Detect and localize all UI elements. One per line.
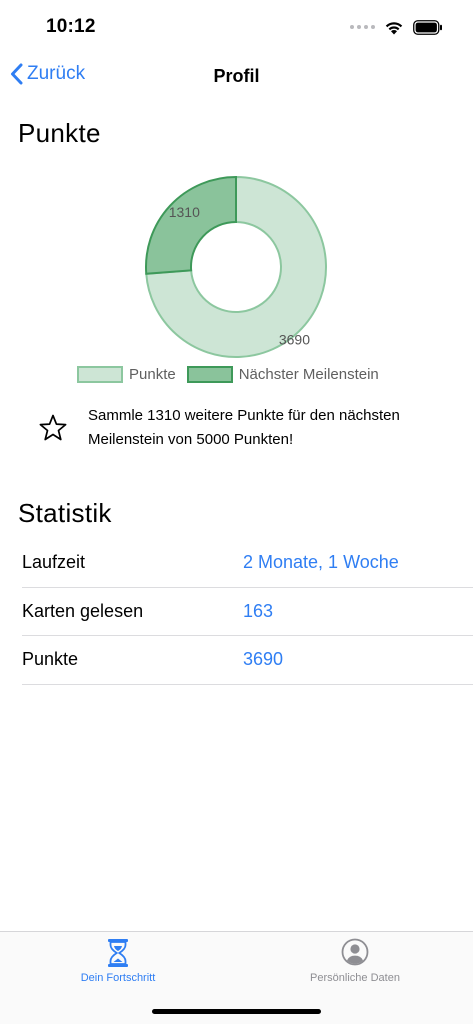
milestone-info: Sammle 1310 weitere Punkte für den nächs… [38,404,448,452]
chart-legend: Punkte Nächster Meilenstein [77,366,390,383]
legend-swatch-next-milestone [186,366,233,383]
status-bar: 10:12 [0,0,473,54]
points-doughnut-chart: 3690 1310 [145,175,327,358]
points-section-title: Punkte [18,118,101,148]
stats-label: Karten gelesen [22,600,144,621]
stats-value: 163 [243,600,274,621]
chart-data-label: 3690 [279,331,310,347]
chart-data-label: 1310 [169,204,200,220]
tab-progress[interactable]: Dein Fortschritt [0,932,236,992]
star-icon [39,414,67,441]
legend-swatch-points [77,366,123,383]
legend-item-points: Punkte [77,366,176,383]
home-indicator [152,1009,321,1014]
tab-progress-label: Dein Fortschritt [80,972,156,984]
chart-slice-next-milestone [145,175,237,275]
statistics-section-title: Statistik [18,498,112,528]
person-circle-icon [341,938,369,966]
legend-label-next-milestone: Nächster Meilenstein [238,366,379,383]
stats-value: 3690 [243,649,284,670]
stats-value: 2 Monate, 1 Woche [243,552,399,573]
page-title: Profil [213,66,260,86]
tab-personal-data-label: Persönliche Daten [310,972,400,984]
wifi-icon [385,21,403,34]
status-icons [350,18,443,36]
status-time: 10:12 [46,16,96,37]
battery-icon [413,19,442,35]
stats-label: Laufzeit [22,552,86,573]
profile-screen: 10:12 Zurück Profil Punkte 3690 1310 Pun… [0,0,473,1024]
milestone-text: Sammle 1310 weitere Punkte für den nächs… [88,407,400,448]
legend-item-next-milestone: Nächster Meilenstein [186,366,379,383]
hourglass-icon [108,939,128,967]
legend-label-points: Punkte [129,366,176,383]
tab-personal-data[interactable]: Persönliche Daten [237,932,473,992]
statistics-list: Laufzeit 2 Monate, 1 Woche Karten gelese… [22,539,473,685]
stats-row-runtime: Laufzeit 2 Monate, 1 Woche [22,539,473,588]
stats-label: Punkte [22,649,79,670]
navigation-bar: Zurück Profil [0,54,473,98]
stats-row-cards-read: Karten gelesen 163 [22,588,473,636]
stats-row-points: Punkte 3690 [22,636,473,685]
cellular-signal-icon [350,25,375,29]
